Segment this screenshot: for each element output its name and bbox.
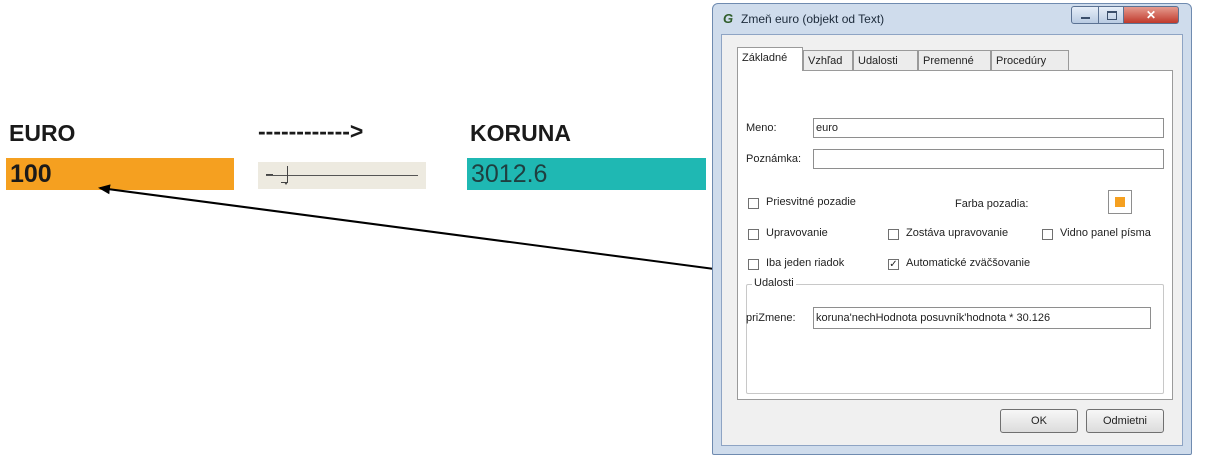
cancel-button[interactable]: Odmietni [1086,409,1164,433]
color-swatch-fill [1115,197,1125,207]
meno-input[interactable]: euro [813,118,1164,138]
background-color-picker[interactable] [1108,190,1132,214]
poznamka-label: Poznámka: [746,153,802,165]
posuvnik-slider[interactable] [258,162,426,189]
upravovanie-label: Upravovanie [766,227,828,239]
zostava-label: Zostáva upravovanie [906,227,1009,239]
vidno-panel-label: Vidno panel písma [1060,227,1151,239]
conversion-arrow-text: ------------> [258,118,364,144]
meno-label: Meno: [746,122,777,134]
auto-zvacsovanie-checkbox[interactable]: ✓ [888,259,899,270]
connector-arrow-line [98,184,738,273]
tab-panel-zakladne: Meno: euro Poznámka: Priesvitné pozadie … [737,70,1173,400]
priesvitne-checkbox[interactable] [748,198,759,209]
priesvitne-label: Priesvitné pozadie [766,196,856,208]
close-button[interactable]: ✕ [1123,6,1179,24]
app-icon: G [723,11,734,26]
iba-jeden-riadok-checkbox[interactable] [748,259,759,270]
tab-udalosti[interactable]: Udalosti [853,50,918,70]
checkmark-icon: ✓ [889,259,898,270]
tab-vzhlad[interactable]: Vzhľad [803,50,853,70]
auto-zvacsovanie-label: Automatické zväčšovanie [906,257,1031,269]
tab-zakladne[interactable]: Základné [737,47,803,71]
minimize-button[interactable] [1071,6,1099,24]
dialog-client: Základné Vzhľad Udalosti Premenné Proced… [721,34,1183,446]
euro-value-field[interactable]: 100 [6,158,234,190]
koruna-heading: KORUNA [470,120,571,146]
tab-procedury[interactable]: Procedúry [991,50,1069,70]
ok-button[interactable]: OK [1000,409,1078,433]
dialog-title: Zmeň euro (objekt od Text) [741,12,885,26]
zostava-checkbox[interactable] [888,229,899,240]
prizmene-label: priZmene: [746,312,796,324]
prizmene-input[interactable]: koruna'nechHodnota posuvník'hodnota * 30… [813,307,1151,329]
udalosti-group: Udalosti [746,277,1164,394]
udalosti-group-title: Udalosti [752,277,796,289]
koruna-value-field: 3012.6 [467,158,706,190]
dialog-titlebar[interactable]: G Zmeň euro (objekt od Text) ✕ [713,4,1191,32]
iba-jeden-riadok-label: Iba jeden riadok [766,257,845,269]
farba-pozadia-label: Farba pozadia: [955,198,1029,210]
close-icon: ✕ [1145,8,1157,22]
maximize-button[interactable] [1098,6,1124,24]
slider-track [266,175,418,176]
upravovanie-checkbox[interactable] [748,229,759,240]
poznamka-input[interactable] [813,149,1164,169]
euro-heading: EURO [9,120,76,146]
vidno-panel-checkbox[interactable] [1042,229,1053,240]
slider-thumb[interactable] [281,166,289,185]
tab-premenne[interactable]: Premenné [918,50,991,70]
properties-dialog: G Zmeň euro (objekt od Text) ✕ Základné … [712,3,1192,455]
